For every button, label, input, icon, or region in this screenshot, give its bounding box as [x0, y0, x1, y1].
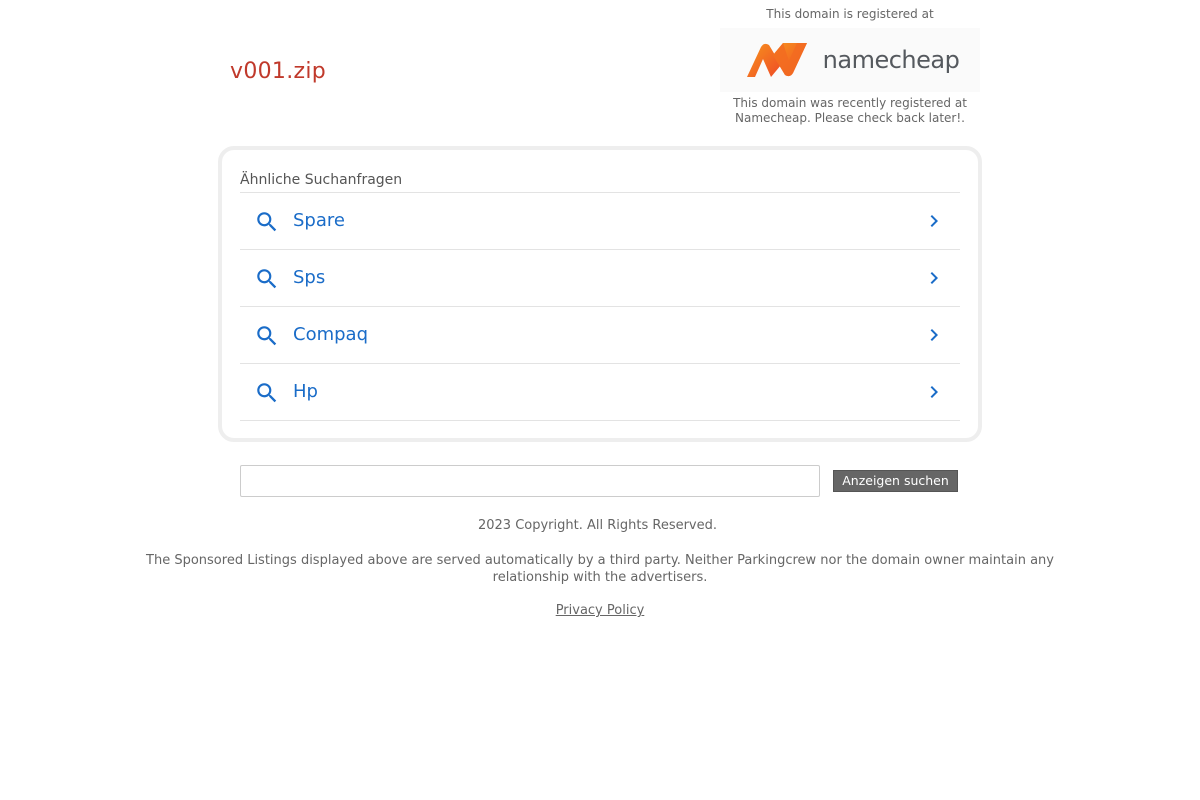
registrar-bottom-text: This domain was recently registered at N…	[733, 96, 967, 125]
search-icon	[257, 383, 277, 403]
footer: 2023 Copyright. All Rights Reserved. The…	[0, 518, 1200, 618]
related-searches-box: Ähnliche Suchanfragen Spare Sps Compaq H…	[218, 146, 982, 442]
search-icon	[257, 326, 277, 346]
search-ads-button[interactable]: Anzeigen suchen	[833, 470, 958, 492]
parked-domain-page: v001.zip This domain is registered at na…	[0, 0, 1200, 800]
chevron-right-icon	[930, 272, 938, 284]
namecheap-logo[interactable]: namecheap	[720, 28, 980, 92]
ad-search-form: Anzeigen suchen	[240, 465, 960, 497]
search-icon	[257, 269, 277, 289]
related-searches-heading: Ähnliche Suchanfragen	[240, 172, 403, 188]
copyright-text: 2023 Copyright. All Rights Reserved.	[477, 518, 718, 533]
registrar-panel: This domain is registered at namecheap T…	[720, 6, 980, 126]
namecheap-logo-text: namecheap	[822, 46, 960, 74]
namecheap-logo-icon	[746, 43, 807, 77]
chevron-right-icon	[930, 386, 938, 398]
related-searches-list: Spare Sps Compaq Hp	[240, 192, 960, 421]
related-search-label: Hp	[293, 381, 318, 402]
search-icon	[257, 212, 277, 232]
privacy-policy-link[interactable]: Privacy Policy	[556, 603, 645, 618]
related-search-item[interactable]: Sps	[240, 250, 960, 307]
chevron-right-icon	[930, 329, 938, 341]
related-search-label: Spare	[293, 210, 345, 231]
related-search-label: Sps	[293, 267, 326, 288]
chevron-right-icon	[930, 215, 938, 227]
related-search-label: Compaq	[293, 324, 368, 345]
related-search-item[interactable]: Compaq	[240, 307, 960, 364]
related-search-item[interactable]: Hp	[240, 364, 960, 421]
registrar-top-text: This domain is registered at	[766, 7, 934, 21]
search-input[interactable]	[240, 465, 820, 497]
domain-title: v001.zip	[230, 59, 327, 84]
sponsored-disclaimer: The Sponsored Listings displayed above a…	[146, 553, 1054, 585]
related-search-item[interactable]: Spare	[240, 193, 960, 250]
